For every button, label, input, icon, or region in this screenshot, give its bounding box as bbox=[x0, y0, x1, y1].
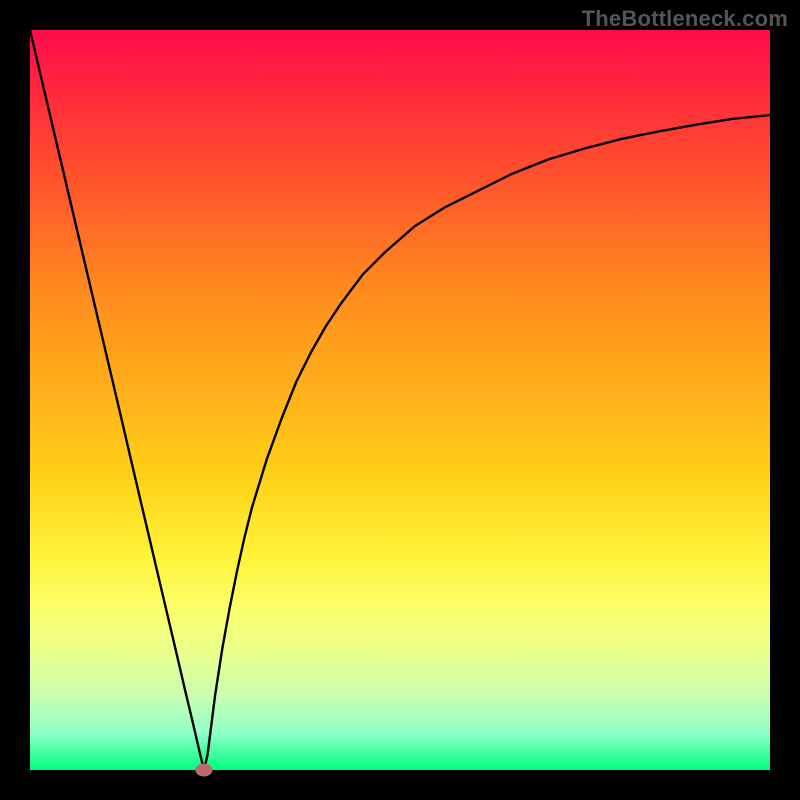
minimum-marker bbox=[196, 764, 212, 776]
bottleneck-curve-path bbox=[30, 30, 770, 770]
chart-frame: TheBottleneck.com bbox=[0, 0, 800, 800]
bottleneck-curve-svg bbox=[30, 30, 770, 770]
watermark-text: TheBottleneck.com bbox=[582, 6, 788, 32]
plot-area bbox=[30, 30, 770, 770]
